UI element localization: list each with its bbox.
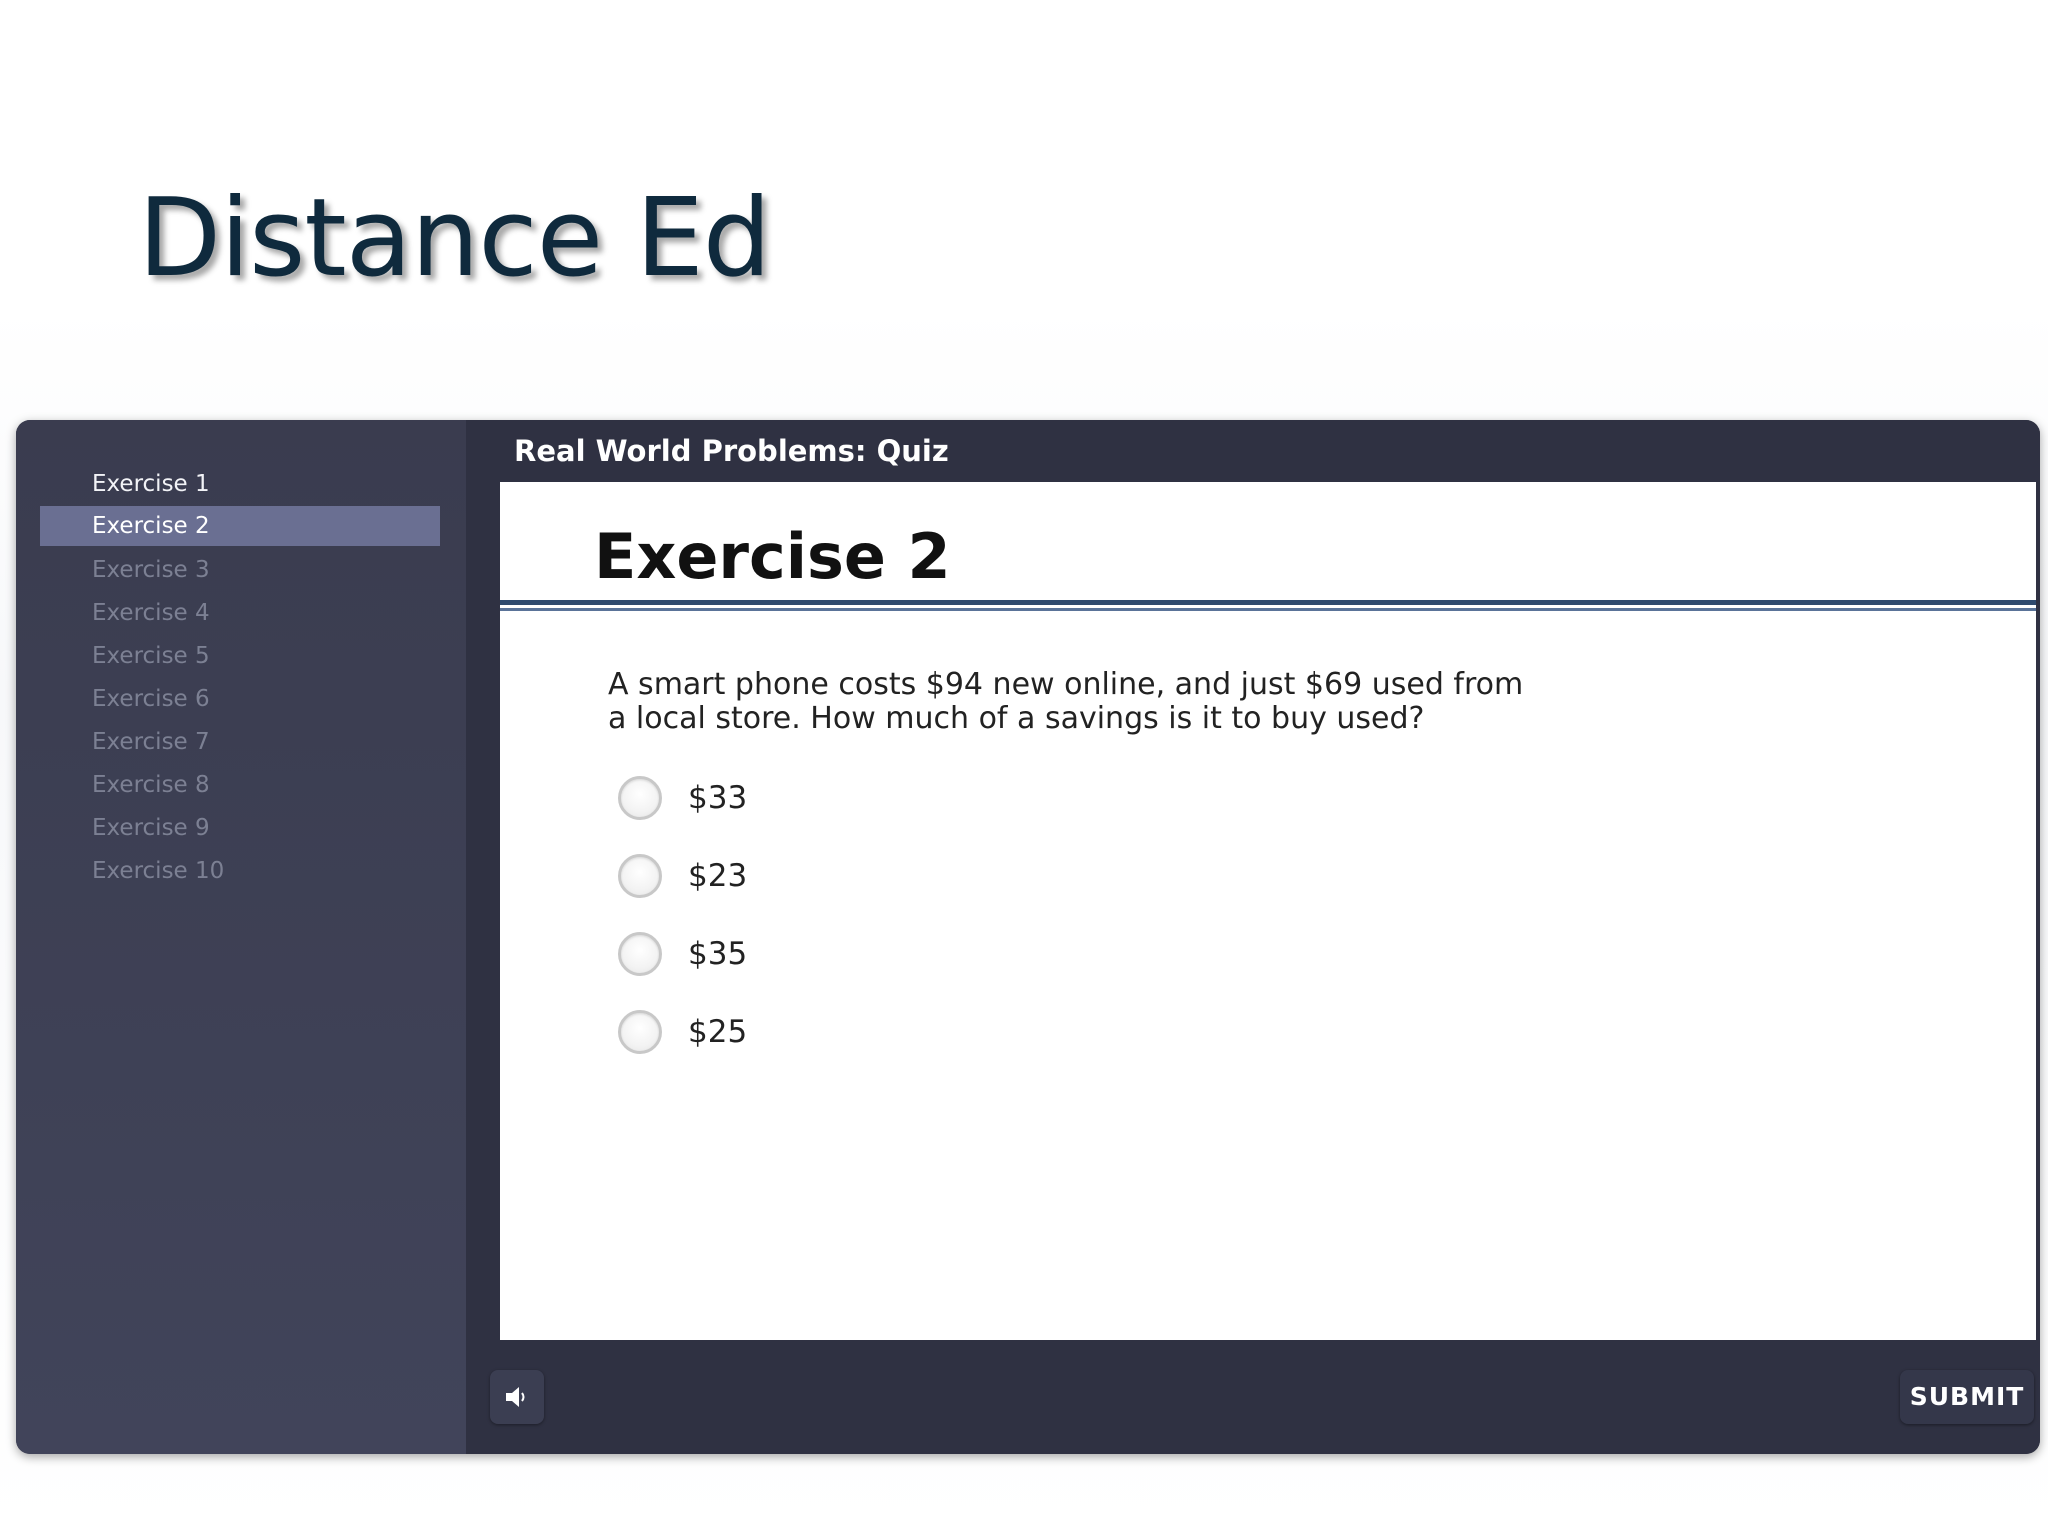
- sidebar-item-exercise-3[interactable]: Exercise 3: [40, 550, 440, 590]
- submit-button[interactable]: SUBMIT: [1900, 1370, 2034, 1424]
- question-line-2: a local store. How much of a savings is …: [608, 701, 1425, 736]
- heading-divider-secondary: [500, 608, 2036, 611]
- answer-option-3[interactable]: $35: [618, 928, 747, 980]
- radio-button[interactable]: [618, 854, 662, 898]
- exercise-heading: Exercise 2: [594, 520, 951, 593]
- sidebar-item-exercise-2[interactable]: Exercise 2: [40, 506, 440, 546]
- question-text: A smart phone costs $94 new online, and …: [608, 668, 1608, 736]
- answer-option-4[interactable]: $25: [618, 1006, 747, 1058]
- sidebar-item-exercise-7[interactable]: Exercise 7: [40, 722, 440, 762]
- slide: Distance Ed Exercise 1 Exercise 2 Exerci…: [0, 0, 2048, 1536]
- answer-option-1[interactable]: $33: [618, 772, 747, 824]
- sidebar-item-exercise-10[interactable]: Exercise 10: [40, 851, 440, 891]
- speaker-icon: [506, 1387, 525, 1407]
- sidebar-item-exercise-4[interactable]: Exercise 4: [40, 593, 440, 633]
- radio-button[interactable]: [618, 776, 662, 820]
- sidebar-item-exercise-6[interactable]: Exercise 6: [40, 679, 440, 719]
- question-line-1: A smart phone costs $94 new online, and …: [608, 667, 1524, 702]
- answer-label: $35: [688, 936, 748, 972]
- sound-button[interactable]: [490, 1370, 544, 1424]
- answer-option-2[interactable]: $23: [618, 850, 747, 902]
- answer-label: $25: [688, 1014, 748, 1050]
- answer-label: $23: [688, 858, 748, 894]
- quiz-main: Real World Problems: Quiz Exercise 2 A s…: [466, 420, 2040, 1454]
- exercise-sidebar: Exercise 1 Exercise 2 Exercise 3 Exercis…: [16, 420, 466, 1454]
- quiz-title: Real World Problems: Quiz: [514, 434, 949, 468]
- sidebar-item-exercise-1[interactable]: Exercise 1: [40, 464, 440, 504]
- sidebar-item-exercise-8[interactable]: Exercise 8: [40, 765, 440, 805]
- radio-button[interactable]: [618, 1010, 662, 1054]
- question-panel: Exercise 2 A smart phone costs $94 new o…: [500, 482, 2036, 1340]
- heading-divider: [500, 600, 2036, 605]
- sidebar-item-exercise-5[interactable]: Exercise 5: [40, 636, 440, 676]
- slide-title: Distance Ed: [138, 176, 771, 301]
- sidebar-item-exercise-9[interactable]: Exercise 9: [40, 808, 440, 848]
- quiz-player: Exercise 1 Exercise 2 Exercise 3 Exercis…: [16, 420, 2040, 1454]
- radio-button[interactable]: [618, 932, 662, 976]
- answer-label: $33: [688, 780, 748, 816]
